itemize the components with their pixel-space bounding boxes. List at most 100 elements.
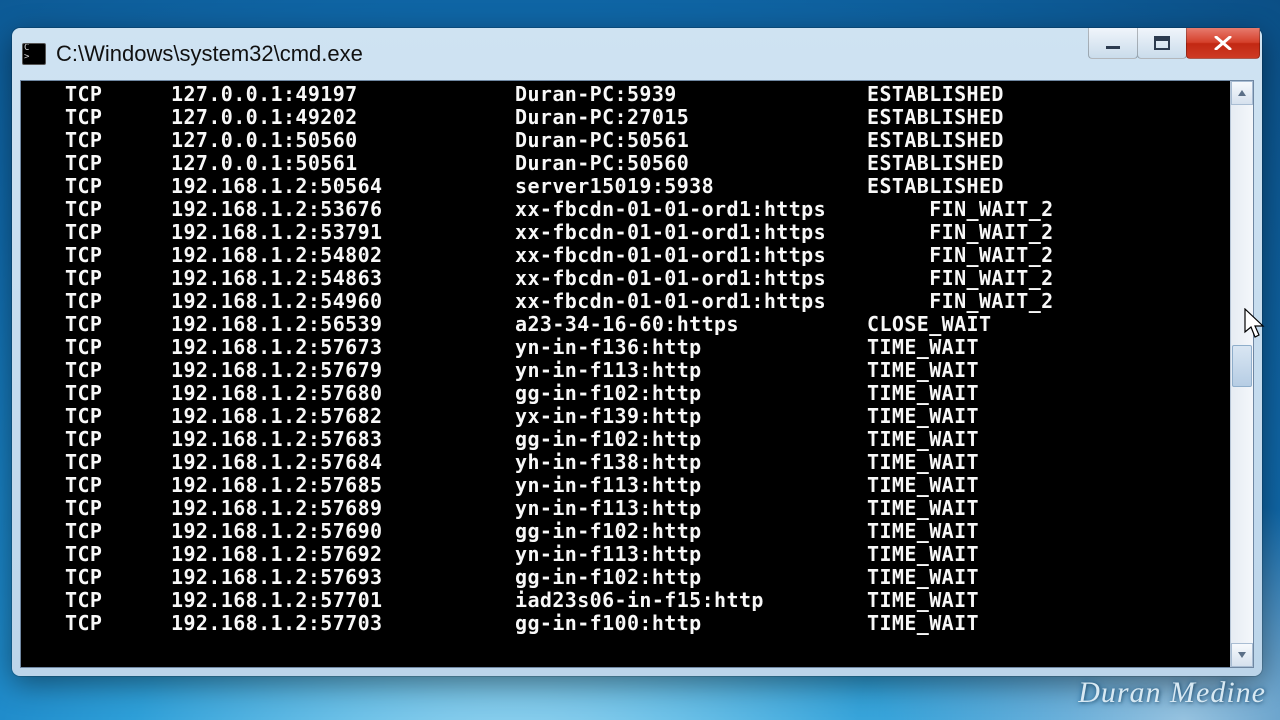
col-local-address: 192.168.1.2:57701 [171, 589, 515, 612]
col-state: TIME_WAIT [867, 382, 979, 405]
col-indent [23, 290, 65, 313]
col-indent [23, 589, 65, 612]
col-foreign-address: gg-in-f100:http [515, 612, 867, 635]
col-foreign-address: xx-fbcdn-01-01-ord1:https [515, 221, 867, 244]
col-local-address: 127.0.0.1:49202 [171, 106, 515, 129]
netstat-row: TCP192.168.1.2:57683gg-in-f102:httpTIME_… [23, 428, 1230, 451]
col-proto: TCP [65, 405, 171, 428]
col-proto: TCP [65, 497, 171, 520]
col-proto: TCP [65, 106, 171, 129]
col-indent [23, 566, 65, 589]
col-proto: TCP [65, 244, 171, 267]
vertical-scrollbar[interactable] [1230, 81, 1253, 667]
netstat-row: TCP192.168.1.2:54863xx-fbcdn-01-01-ord1:… [23, 267, 1230, 290]
col-local-address: 192.168.1.2:57690 [171, 520, 515, 543]
col-local-address: 192.168.1.2:57685 [171, 474, 515, 497]
col-local-address: 192.168.1.2:57673 [171, 336, 515, 359]
col-foreign-address: Duran-PC:5939 [515, 83, 867, 106]
col-indent [23, 451, 65, 474]
col-foreign-address: gg-in-f102:http [515, 566, 867, 589]
col-indent [23, 497, 65, 520]
col-local-address: 192.168.1.2:54960 [171, 290, 515, 313]
netstat-row: TCP192.168.1.2:57685yn-in-f113:httpTIME_… [23, 474, 1230, 497]
col-proto: TCP [65, 589, 171, 612]
col-indent [23, 612, 65, 635]
col-foreign-address: yh-in-f138:http [515, 451, 867, 474]
col-foreign-address: Duran-PC:27015 [515, 106, 867, 129]
maximize-button[interactable] [1137, 28, 1187, 59]
col-indent [23, 520, 65, 543]
col-state: TIME_WAIT [867, 428, 979, 451]
col-foreign-address: yn-in-f113:http [515, 543, 867, 566]
col-proto: TCP [65, 382, 171, 405]
scroll-down-button[interactable] [1231, 643, 1253, 667]
col-proto: TCP [65, 152, 171, 175]
netstat-row: TCP192.168.1.2:57701iad23s06-in-f15:http… [23, 589, 1230, 612]
col-local-address: 192.168.1.2:57683 [171, 428, 515, 451]
netstat-row: TCP192.168.1.2:57682yx-in-f139:httpTIME_… [23, 405, 1230, 428]
col-indent [23, 336, 65, 359]
scroll-up-button[interactable] [1231, 81, 1253, 105]
titlebar[interactable]: C:\Windows\system32\cmd.exe [12, 28, 1262, 80]
col-state: ESTABLISHED [867, 129, 1004, 152]
col-state: TIME_WAIT [867, 359, 979, 382]
col-proto: TCP [65, 566, 171, 589]
col-state: TIME_WAIT [867, 612, 979, 635]
scroll-thumb[interactable] [1232, 345, 1252, 387]
col-indent [23, 382, 65, 405]
col-foreign-address: xx-fbcdn-01-01-ord1:https [515, 244, 867, 267]
col-proto: TCP [65, 428, 171, 451]
col-proto: TCP [65, 83, 171, 106]
netstat-row: TCP192.168.1.2:53791xx-fbcdn-01-01-ord1:… [23, 221, 1230, 244]
col-indent [23, 405, 65, 428]
col-foreign-address: yn-in-f113:http [515, 474, 867, 497]
col-state: ESTABLISHED [867, 106, 1004, 129]
col-local-address: 192.168.1.2:57680 [171, 382, 515, 405]
col-local-address: 192.168.1.2:57703 [171, 612, 515, 635]
netstat-row: TCP192.168.1.2:57684yh-in-f138:httpTIME_… [23, 451, 1230, 474]
col-indent [23, 83, 65, 106]
netstat-row: TCP192.168.1.2:57680gg-in-f102:httpTIME_… [23, 382, 1230, 405]
netstat-row: TCP192.168.1.2:57689yn-in-f113:httpTIME_… [23, 497, 1230, 520]
close-button[interactable] [1186, 28, 1260, 59]
col-foreign-address: xx-fbcdn-01-01-ord1:https [515, 198, 867, 221]
netstat-row: TCP127.0.0.1:49197Duran-PC:5939ESTABLISH… [23, 83, 1230, 106]
col-foreign-address: gg-in-f102:http [515, 382, 867, 405]
col-proto: TCP [65, 221, 171, 244]
col-local-address: 192.168.1.2:54802 [171, 244, 515, 267]
col-proto: TCP [65, 359, 171, 382]
netstat-row: TCP192.168.1.2:57692yn-in-f113:httpTIME_… [23, 543, 1230, 566]
col-proto: TCP [65, 612, 171, 635]
col-proto: TCP [65, 313, 171, 336]
col-foreign-address: yn-in-f136:http [515, 336, 867, 359]
col-state: FIN_WAIT_2 [867, 290, 1054, 313]
watermark-text: Duran Medine [1078, 676, 1266, 710]
col-state: ESTABLISHED [867, 152, 1004, 175]
netstat-row: TCP192.168.1.2:50564server15019:5938ESTA… [23, 175, 1230, 198]
col-foreign-address: yx-in-f139:http [515, 405, 867, 428]
col-foreign-address: Duran-PC:50560 [515, 152, 867, 175]
col-state: TIME_WAIT [867, 451, 979, 474]
col-proto: TCP [65, 290, 171, 313]
col-indent [23, 244, 65, 267]
col-foreign-address: Duran-PC:50561 [515, 129, 867, 152]
col-indent [23, 474, 65, 497]
col-foreign-address: xx-fbcdn-01-01-ord1:https [515, 267, 867, 290]
col-indent [23, 267, 65, 290]
col-state: TIME_WAIT [867, 543, 979, 566]
col-local-address: 192.168.1.2:57689 [171, 497, 515, 520]
col-indent [23, 175, 65, 198]
window-title: C:\Windows\system32\cmd.exe [56, 41, 363, 67]
col-state: TIME_WAIT [867, 497, 979, 520]
col-state: ESTABLISHED [867, 83, 1004, 106]
col-proto: TCP [65, 267, 171, 290]
col-state: TIME_WAIT [867, 589, 979, 612]
col-local-address: 192.168.1.2:50564 [171, 175, 515, 198]
col-indent [23, 221, 65, 244]
console-output[interactable]: TCP127.0.0.1:49197Duran-PC:5939ESTABLISH… [21, 81, 1230, 667]
minimize-button[interactable] [1088, 28, 1138, 59]
col-local-address: 192.168.1.2:54863 [171, 267, 515, 290]
col-state: ESTABLISHED [867, 175, 1004, 198]
netstat-row: TCP192.168.1.2:57693gg-in-f102:httpTIME_… [23, 566, 1230, 589]
netstat-row: TCP127.0.0.1:49202Duran-PC:27015ESTABLIS… [23, 106, 1230, 129]
